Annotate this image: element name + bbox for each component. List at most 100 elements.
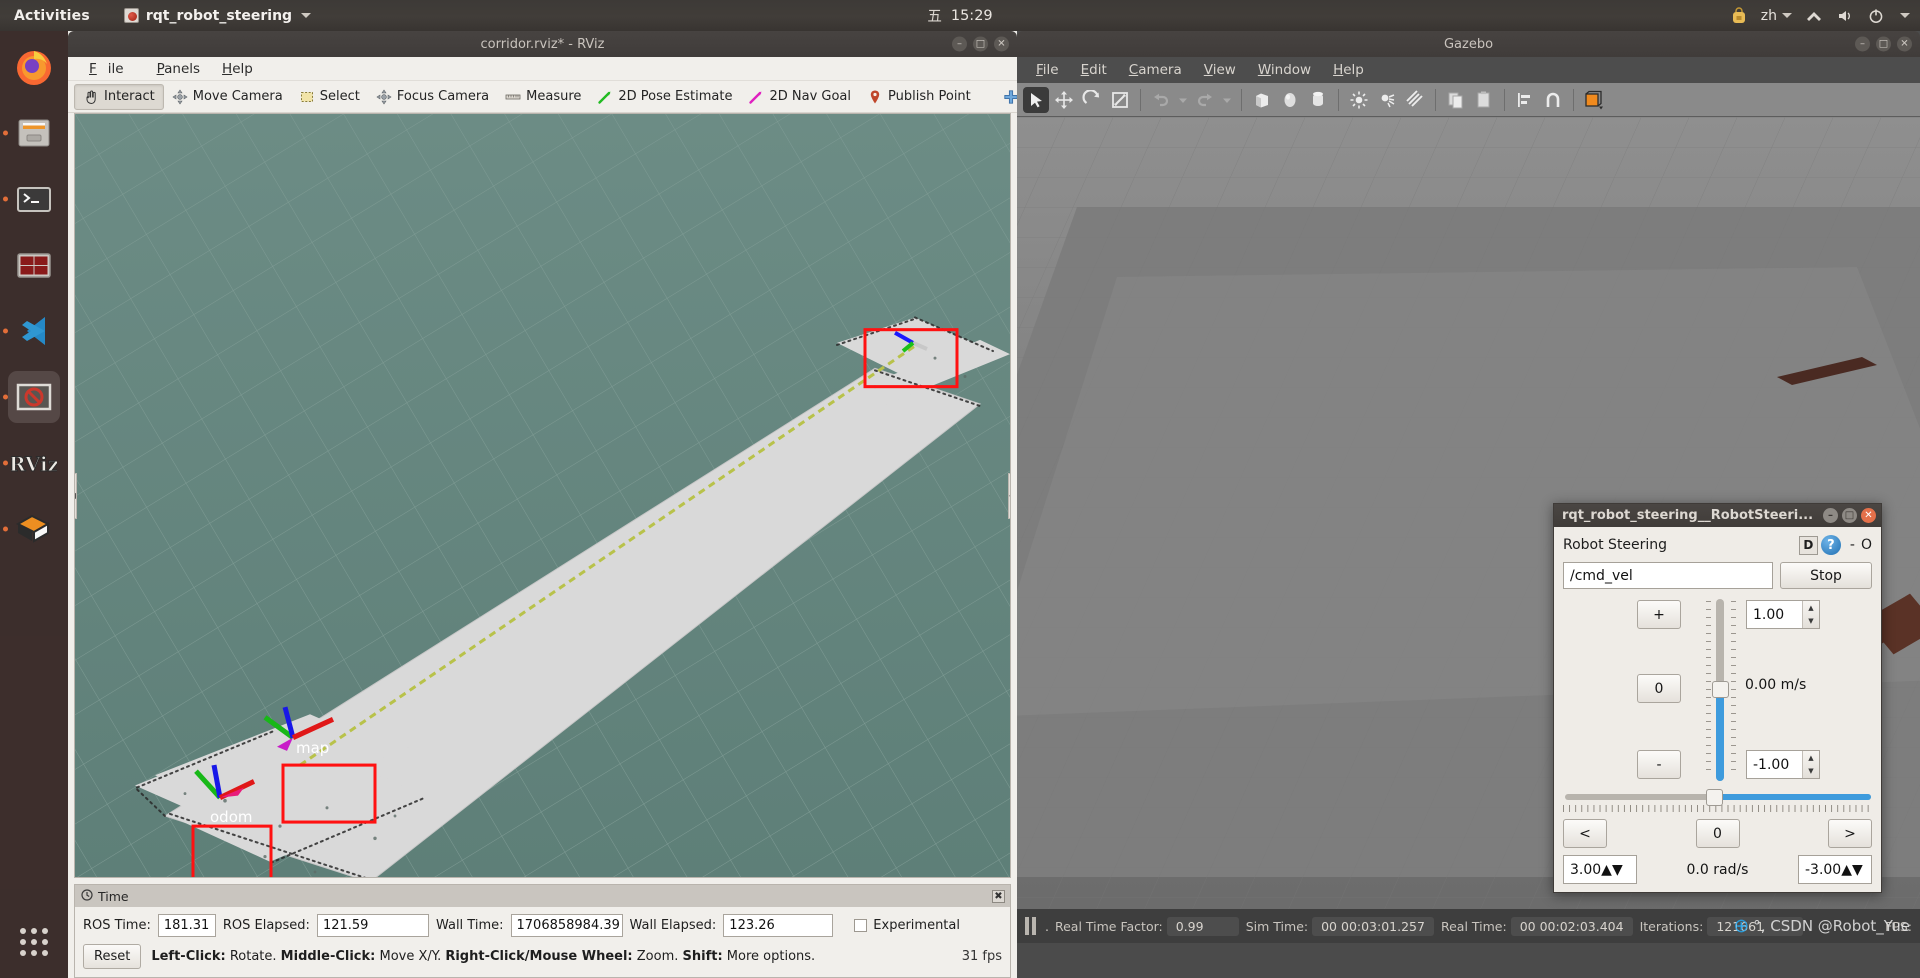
maximize-button[interactable]: □ [1842,508,1857,523]
point-light-icon[interactable] [1346,87,1372,113]
dock-item-archive-manager[interactable] [3,503,60,555]
close-button[interactable]: ✕ [1861,508,1876,523]
angular-min-spinbox[interactable]: -3.00 ▲▼ [1797,855,1872,884]
dock-item-terminator[interactable] [8,239,60,291]
undo-icon[interactable] [1148,87,1174,113]
spin-arrows[interactable]: ▲▼ [1841,862,1863,878]
menu-view[interactable]: View [1193,59,1247,81]
menu-help[interactable]: Help [1322,59,1375,81]
linear-decrease-button[interactable]: - [1637,750,1681,779]
spin-up-icon[interactable]: ▲ [1841,862,1852,878]
paste-icon[interactable] [1471,87,1497,113]
spin-up-icon[interactable]: ▲ [1803,751,1819,765]
backpack-icon[interactable] [1730,6,1748,25]
snap-icon[interactable] [1540,87,1566,113]
linear-min-spinbox[interactable]: -1.00 ▲ ▼ [1746,750,1820,779]
box-icon[interactable] [1249,87,1275,113]
spot-light-icon[interactable] [1374,87,1400,113]
dock-item-gazebo[interactable] [3,371,60,423]
dock-item-files[interactable] [3,107,60,159]
stop-button[interactable]: Stop [1780,562,1872,589]
align-icon[interactable] [1512,87,1538,113]
tool-select[interactable]: Select [291,85,368,109]
spin-arrows[interactable]: ▲▼ [1802,751,1819,778]
translate-icon[interactable] [1051,87,1077,113]
clock[interactable]: 五 15:29 [927,5,992,26]
tool-focus-camera[interactable]: Focus Camera [368,85,497,109]
directional-light-icon[interactable] [1402,87,1428,113]
dock-item-firefox[interactable] [8,41,60,93]
close-widget-button[interactable]: O [1861,537,1872,553]
select-arrow-icon[interactable] [1023,86,1049,113]
rotate-icon[interactable] [1079,87,1105,113]
rviz-3d-view[interactable]: map odom ◀ ◀ [74,113,1011,878]
tool-2d-nav-goal[interactable]: 2D Nav Goal [740,85,859,109]
undo-dropdown-icon[interactable] [1176,87,1190,113]
chevron-down-icon[interactable] [1900,13,1910,18]
wall-elapsed-value[interactable]: 123.26 [723,914,834,937]
tool-measure[interactable]: Measure [497,85,589,109]
minimize-button[interactable]: – [952,36,967,52]
redo-dropdown-icon[interactable] [1220,87,1234,113]
spin-down-icon[interactable]: ▼ [1612,862,1623,878]
spin-down-icon[interactable]: ▼ [1852,862,1863,878]
menu-file[interactable]: File [1025,59,1070,81]
app-menu-button[interactable]: rqt_robot_steering [123,8,312,24]
volume-icon[interactable] [1836,7,1854,25]
menu-window[interactable]: Window [1247,59,1322,81]
angular-left-button[interactable]: < [1563,819,1607,848]
rqt-title-bar[interactable]: rqt_robot_steering__RobotSteeri... – □ ✕ [1554,504,1881,527]
menu-camera[interactable]: Camera [1118,59,1193,81]
spin-arrows[interactable]: ▲▼ [1601,862,1623,878]
linear-zero-button[interactable]: 0 [1637,674,1681,703]
tool-interact[interactable]: Interact [74,83,164,110]
show-applications-button[interactable] [12,920,56,964]
dock-item-vscode[interactable] [3,305,60,357]
dock-item-terminal[interactable] [3,173,60,225]
scale-icon[interactable] [1107,87,1133,113]
menu-panels[interactable]: Panels [146,58,211,80]
linear-increase-button[interactable]: + [1637,600,1681,629]
wall-time-value[interactable]: 1706858984.39 [510,914,623,937]
power-icon[interactable] [1867,7,1885,25]
maximize-button[interactable]: □ [1876,36,1891,52]
tool-move-camera[interactable]: Move Camera [164,85,291,109]
menu-edit[interactable]: Edit [1070,59,1118,81]
help-button[interactable]: ? [1820,535,1841,555]
menu-help[interactable]: Help [211,58,264,80]
linear-velocity-slider-handle[interactable] [1712,681,1729,698]
angular-zero-button[interactable]: 0 [1695,819,1740,848]
minimize-widget-button[interactable]: - [1850,537,1855,553]
gazebo-title-bar[interactable]: Gazebo – □ ✕ [1017,31,1920,57]
spin-arrows[interactable]: ▲▼ [1802,601,1819,628]
ros-time-value[interactable]: 181.31 [157,914,216,937]
copy-icon[interactable] [1443,87,1469,113]
experimental-checkbox[interactable]: Experimental [854,918,960,933]
ros-elapsed-value[interactable]: 121.59 [316,914,429,937]
minimize-button[interactable]: – [1823,508,1838,523]
spin-down-icon[interactable]: ▼ [1803,615,1819,629]
language-indicator[interactable]: zh [1761,8,1792,24]
cylinder-icon[interactable] [1305,87,1331,113]
spin-up-icon[interactable]: ▲ [1601,862,1612,878]
view-angle-icon[interactable] [1581,87,1607,113]
linear-max-spinbox[interactable]: 1.00 ▲ ▼ [1746,600,1820,629]
pause-icon[interactable] [1025,917,1036,935]
dock-item-rviz[interactable]: RViz [3,437,60,489]
minimize-button[interactable]: – [1855,36,1870,52]
dock-button[interactable]: D [1798,535,1818,555]
tool-2d-pose-estimate[interactable]: 2D Pose Estimate [589,85,740,109]
redo-icon[interactable] [1192,87,1218,113]
spin-down-icon[interactable]: ▼ [1803,765,1819,779]
menu-file[interactable]: File [78,58,146,80]
close-button[interactable]: ✕ [994,36,1009,52]
close-button[interactable]: ✕ [1897,36,1912,52]
left-panel-collapse-handle[interactable]: ◀ [75,472,77,519]
angular-right-button[interactable]: > [1828,819,1872,848]
reset-button[interactable]: Reset [83,944,142,969]
sphere-icon[interactable] [1277,87,1303,113]
angular-velocity-slider-handle[interactable] [1706,789,1723,806]
angular-velocity-slider[interactable] [1563,787,1872,806]
network-icon[interactable] [1805,7,1823,25]
tool-publish-point[interactable]: Publish Point [859,85,979,109]
